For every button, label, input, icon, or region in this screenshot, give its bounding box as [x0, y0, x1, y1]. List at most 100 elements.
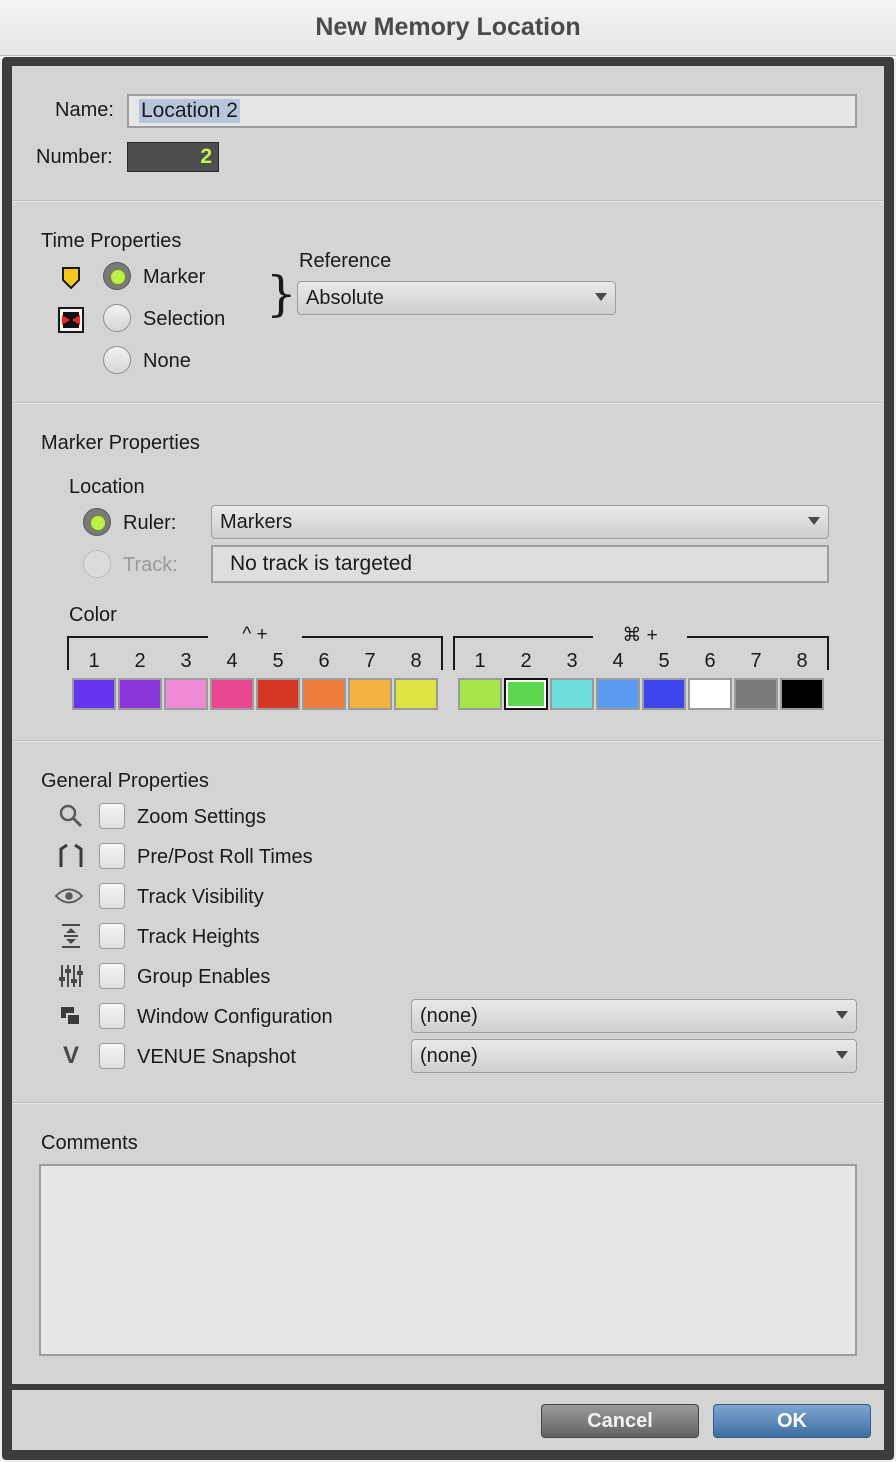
general-properties-heading: General Properties	[41, 770, 209, 792]
color-number-label: 7	[750, 650, 762, 672]
color-swatch-group2-5[interactable]	[642, 678, 686, 710]
color-swatch-group2-1[interactable]	[458, 678, 502, 710]
chevron-down-icon	[595, 293, 607, 301]
window-configuration-dropdown[interactable]: (none)	[411, 999, 857, 1033]
color-swatch-group2-2[interactable]	[504, 678, 548, 710]
name-input[interactable]: Location 2	[127, 94, 857, 128]
color-number-label: 6	[318, 650, 330, 672]
preroll-icon	[56, 841, 86, 871]
color-swatch-group1-8[interactable]	[394, 678, 438, 710]
color-number-label: 2	[520, 650, 532, 672]
cancel-button[interactable]: Cancel	[541, 1404, 699, 1438]
color-swatch-group1-2[interactable]	[118, 678, 162, 710]
pre-post-roll-checkbox[interactable]	[99, 843, 125, 869]
reference-dropdown[interactable]: Absolute	[297, 281, 616, 315]
window-title: New Memory Location	[0, 0, 896, 56]
divider	[12, 740, 884, 742]
track-value: No track is targeted	[230, 552, 413, 575]
ruler-value: Markers	[220, 511, 293, 533]
color-number-label: 8	[410, 650, 422, 672]
selection-radio-label: Selection	[143, 308, 226, 330]
track-field: No track is targeted	[211, 545, 829, 583]
selection-radio[interactable]	[103, 304, 131, 332]
venue-snapshot-checkbox[interactable]	[99, 1043, 125, 1069]
pre-post-roll-label: Pre/Post Roll Times	[137, 846, 313, 868]
color-number-label: 5	[272, 650, 284, 672]
color-number-label: 3	[566, 650, 578, 672]
comments-textarea[interactable]	[39, 1164, 857, 1356]
color-number-label: 4	[612, 650, 624, 672]
color-number-label: 1	[88, 650, 100, 672]
color-number-label: 6	[704, 650, 716, 672]
color-swatch-group1-7[interactable]	[348, 678, 392, 710]
color-number-label: 3	[180, 650, 192, 672]
number-input[interactable]: 2	[127, 142, 219, 172]
color-swatch-group2-8[interactable]	[780, 678, 824, 710]
number-label: Number:	[36, 146, 113, 168]
track-visibility-label: Track Visibility	[137, 886, 264, 908]
eye-icon	[54, 881, 84, 911]
track-heights-checkbox[interactable]	[99, 923, 125, 949]
divider	[12, 200, 884, 202]
color-swatch-group1-6[interactable]	[302, 678, 346, 710]
venue-icon: V	[62, 1042, 79, 1069]
window-configuration-label: Window Configuration	[137, 1006, 333, 1028]
zoom-settings-label: Zoom Settings	[137, 806, 266, 828]
zoom-settings-checkbox[interactable]	[99, 803, 125, 829]
color-number-label: 2	[134, 650, 146, 672]
group-enables-label: Group Enables	[137, 966, 271, 988]
color-number-label: 8	[796, 650, 808, 672]
time-properties-heading: Time Properties	[41, 230, 182, 252]
track-visibility-checkbox[interactable]	[99, 883, 125, 909]
comments-heading: Comments	[41, 1132, 138, 1154]
name-label: Name:	[55, 99, 114, 121]
ok-button[interactable]: OK	[713, 1404, 871, 1438]
venue-snapshot-label: VENUE Snapshot	[137, 1046, 296, 1068]
track-label: Track:	[123, 554, 178, 576]
color-swatch-group2-3[interactable]	[550, 678, 594, 710]
track-heights-label: Track Heights	[137, 926, 260, 948]
color-number-label: 1	[474, 650, 486, 672]
location-label: Location	[69, 476, 145, 498]
reference-value: Absolute	[306, 287, 384, 309]
color-swatch-group2-7[interactable]	[734, 678, 778, 710]
ruler-dropdown[interactable]: Markers	[211, 505, 829, 539]
window-configuration-value: (none)	[420, 1005, 478, 1027]
color-label: Color	[69, 604, 117, 626]
ruler-label: Ruler:	[123, 512, 177, 534]
venue-snapshot-value: (none)	[420, 1045, 478, 1067]
color-number-label: 4	[226, 650, 238, 672]
color-swatch-group2-6[interactable]	[688, 678, 732, 710]
faders-icon	[56, 961, 86, 991]
color-group-1-modifier: ^ +	[242, 624, 268, 645]
color-number-label: 7	[364, 650, 376, 672]
none-radio[interactable]	[103, 346, 131, 374]
color-swatch-group1-3[interactable]	[164, 678, 208, 710]
color-swatch-group1-5[interactable]	[256, 678, 300, 710]
marker-properties-heading: Marker Properties	[41, 432, 200, 454]
chevron-down-icon	[836, 1011, 848, 1019]
ruler-radio[interactable]	[83, 508, 111, 536]
group-enables-checkbox[interactable]	[99, 963, 125, 989]
marker-radio[interactable]	[103, 262, 131, 290]
color-swatch-group1-1[interactable]	[72, 678, 116, 710]
track-heights-icon	[56, 921, 86, 951]
none-radio-label: None	[143, 350, 191, 372]
color-swatch-group1-4[interactable]	[210, 678, 254, 710]
name-input-value: Location 2	[139, 99, 240, 123]
divider	[12, 402, 884, 404]
reference-brace: }	[266, 266, 297, 322]
color-group-2-modifier: ⌘ +	[622, 625, 658, 646]
color-number-label: 5	[658, 650, 670, 672]
windows-icon	[56, 1001, 86, 1031]
selection-icon	[56, 305, 86, 335]
marker-icon	[56, 263, 86, 293]
window-configuration-checkbox[interactable]	[99, 1003, 125, 1029]
venue-snapshot-dropdown[interactable]: (none)	[411, 1039, 857, 1073]
reference-label: Reference	[299, 250, 392, 272]
color-swatch-group2-4[interactable]	[596, 678, 640, 710]
divider	[12, 1102, 884, 1104]
track-radio[interactable]	[83, 550, 111, 578]
chevron-down-icon	[808, 517, 820, 525]
chevron-down-icon	[836, 1051, 848, 1059]
